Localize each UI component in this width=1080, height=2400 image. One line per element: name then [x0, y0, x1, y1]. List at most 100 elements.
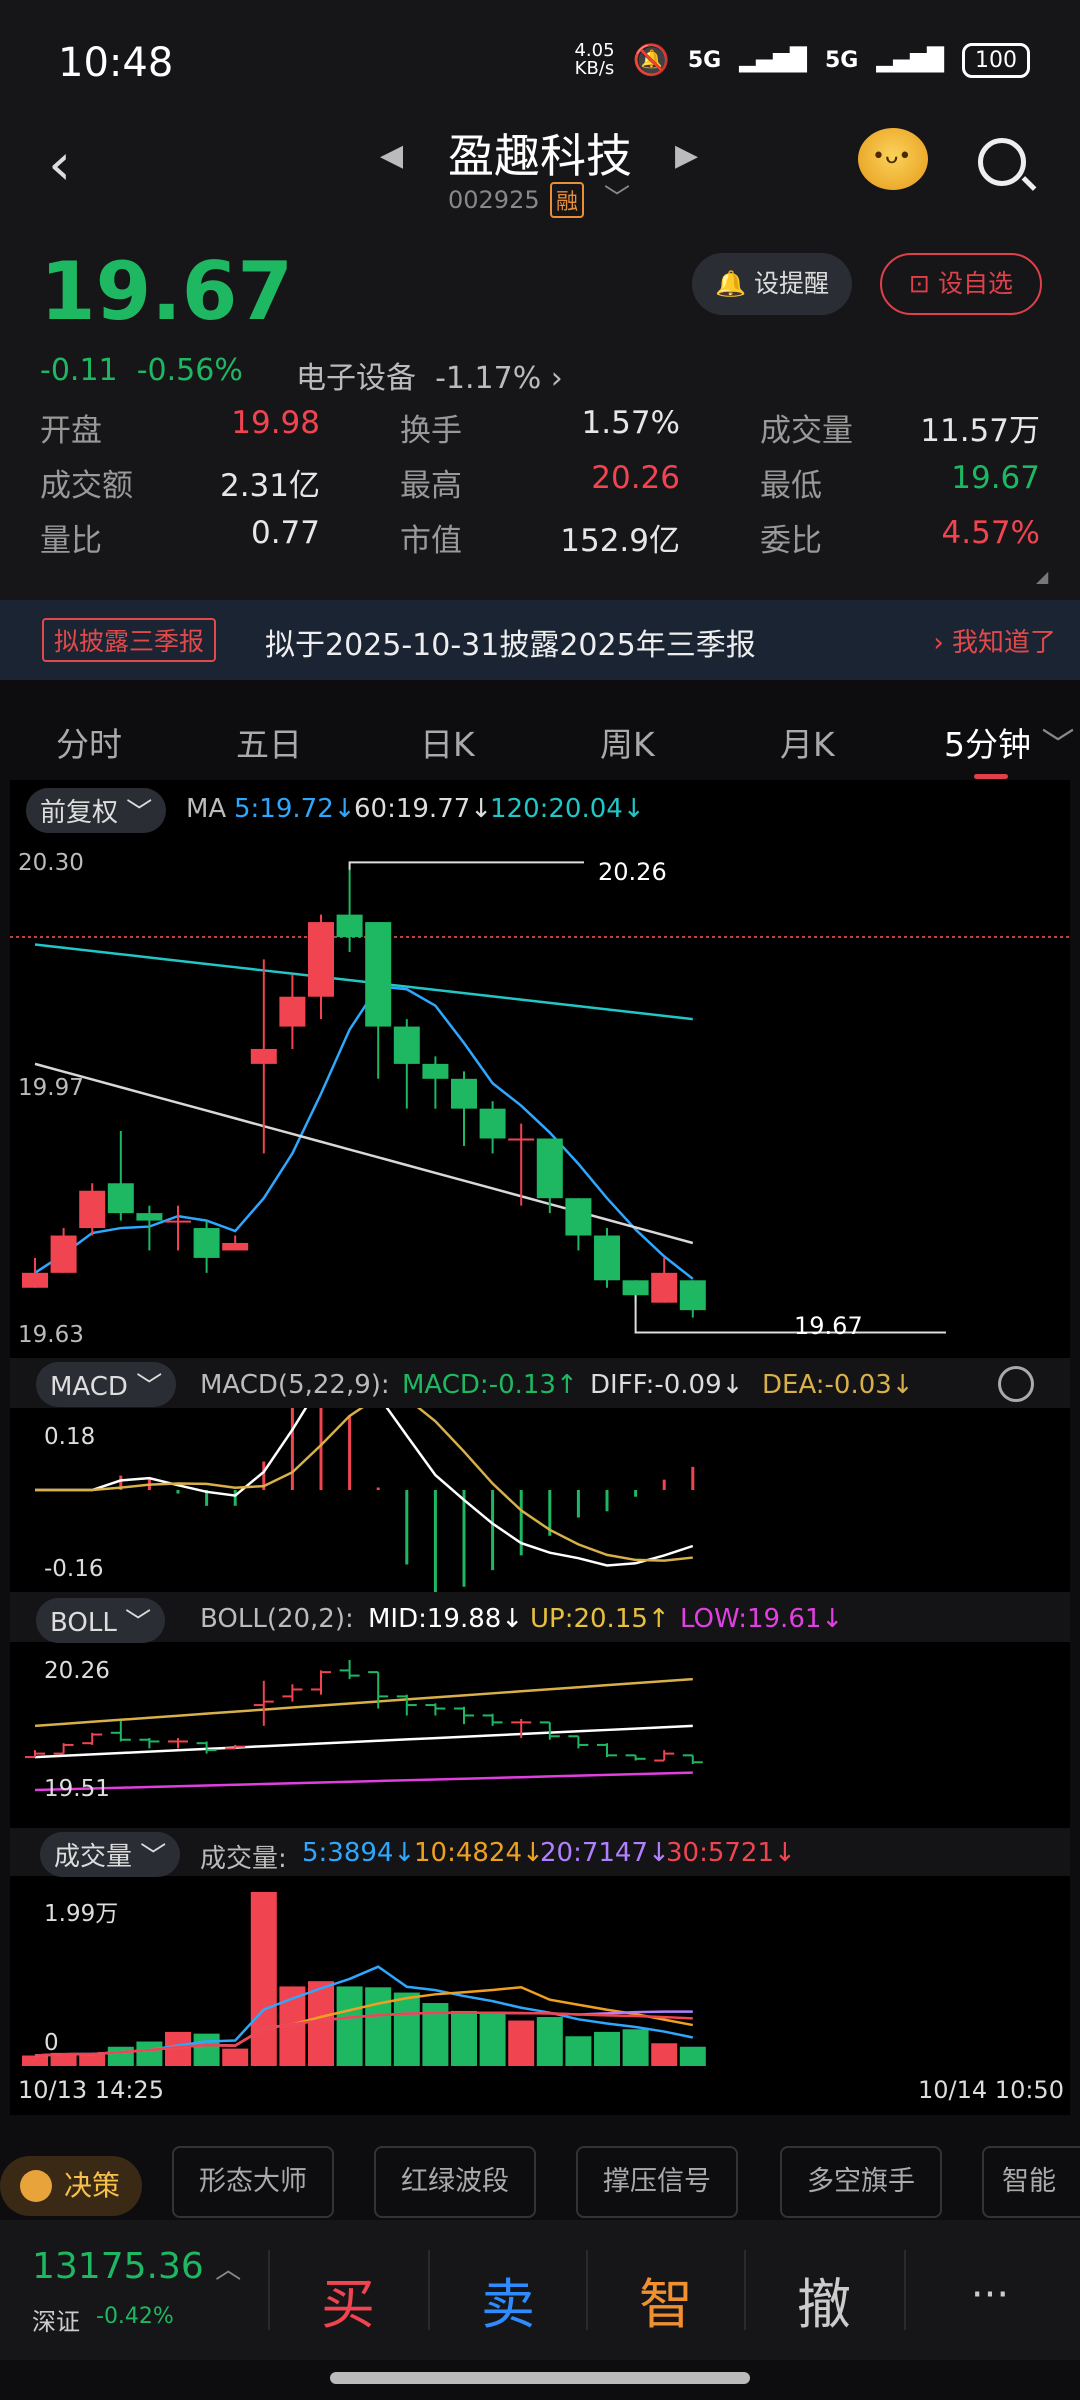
quote-row: 成交额 2.31亿 最高 20.26 最低 19.67	[40, 455, 1045, 510]
bull-bear-button[interactable]: 多空旗手	[780, 2146, 942, 2218]
volume-bar	[365, 1987, 392, 2066]
index-change: -0.42%	[96, 2304, 174, 2329]
tab-5min[interactable]: 5分钟 ﹀	[944, 718, 1075, 766]
volume-bar	[107, 2046, 134, 2066]
expand-corner-icon[interactable]: ◢	[1036, 567, 1048, 586]
decision-button[interactable]: 决策	[0, 2156, 142, 2216]
quote-stats: 开盘 19.98 换手 1.57% 成交量 11.57万 成交额 2.31亿 最高 20.26 最低…	[40, 400, 1045, 565]
quote-key: 换手	[400, 413, 462, 449]
time-start: 10/13 14:25	[18, 2076, 164, 2104]
tab-intraday[interactable]: 分时	[56, 718, 122, 766]
signal-toolbar: 决策 形态大师 红绿波段 撑压信号 多空旗手 智能	[0, 2120, 1080, 2220]
index-value[interactable]: 13175.36 ︿	[32, 2246, 241, 2287]
volume-bar	[308, 1981, 334, 2066]
volume-bar	[393, 1992, 420, 2066]
buy-button[interactable]: 买	[288, 2260, 408, 2339]
stock-code: 002925	[448, 186, 540, 214]
macd-dropdown[interactable]: MACD ﹀	[36, 1362, 177, 1407]
kline-chart-area[interactable]: 前复权 ﹀ MA 5:19.72↓ 60:19.77↓ 120:20.04↓ 2…	[10, 780, 1070, 2115]
add-favorite-button[interactable]: ⊡ 设自选	[880, 253, 1042, 315]
tab-weekly-k[interactable]: 周K	[600, 718, 655, 766]
quote-row: 开盘 19.98 换手 1.57% 成交量 11.57万	[40, 400, 1045, 455]
notice-text: 拟于2025-10-31披露2025年三季报	[265, 628, 756, 663]
high-price-marker: 20.26	[598, 858, 667, 886]
candle-body	[165, 1220, 191, 1223]
quote-panel: 19.67 🔔 设提醒 ⊡ 设自选 -0.11 -0.56% 电子设备 -1.1…	[0, 245, 1080, 600]
boll-low-line	[34, 1771, 693, 1792]
y-axis-top: 20.30	[18, 850, 84, 876]
quote-key: 成交额	[40, 468, 133, 504]
candle-body	[308, 922, 334, 997]
signal-bars-icon: ▂▄▆█	[876, 47, 944, 73]
quote-row: 量比 0.77 市值 152.9亿 委比 4.57%	[40, 510, 1045, 565]
chevron-down-icon[interactable]: ﹀	[604, 178, 630, 215]
cancel-order-button[interactable]: 撤	[764, 2260, 884, 2339]
sell-button[interactable]: 卖	[448, 2260, 568, 2339]
quote-key: 量比	[40, 523, 102, 559]
set-alert-button[interactable]: 🔔 设提醒	[692, 253, 852, 315]
quote-key: 成交量	[760, 413, 853, 449]
quote-value: 19.67	[951, 460, 1040, 496]
search-icon[interactable]	[978, 138, 1026, 186]
volume-bar	[622, 2029, 649, 2066]
ma5-line	[34, 984, 694, 1280]
last-price: 19.67	[40, 245, 294, 338]
macd-value: MACD:-0.13↑	[402, 1370, 578, 1400]
volume-bar	[536, 2017, 563, 2066]
vol30-value: 30:5721↓	[666, 1838, 796, 1868]
candle-body	[536, 1138, 563, 1199]
signal-bars-icon: ▂▄▆█	[739, 47, 807, 73]
candle-body	[479, 1108, 506, 1139]
volume-bar	[479, 2011, 506, 2066]
industry-link[interactable]: 电子设备 -1.17% ›	[296, 353, 563, 397]
home-indicator[interactable]	[330, 2372, 750, 2384]
quote-cell: 换手 1.57%	[400, 405, 680, 450]
battery: 100	[962, 42, 1030, 78]
volume-dropdown[interactable]: 成交量 ﹀	[40, 1832, 181, 1877]
volume-bar	[565, 2036, 592, 2066]
kline-svg	[10, 861, 1070, 2066]
candle-body	[594, 1235, 620, 1281]
tab-five-day[interactable]: 五日	[236, 718, 302, 766]
boll-dropdown[interactable]: BOLL ﹀	[36, 1598, 166, 1643]
tab-monthly-k[interactable]: 月K	[780, 718, 835, 766]
active-tab-indicator	[974, 774, 1008, 779]
smart-trade-button[interactable]: 智	[606, 2260, 726, 2339]
y-axis-bottom: 19.63	[18, 1322, 84, 1348]
candle-body	[336, 914, 363, 938]
support-resistance-button[interactable]: 撑压信号	[576, 2146, 738, 2218]
candle-body	[565, 1198, 592, 1236]
mascot-icon[interactable]	[858, 128, 928, 190]
pattern-master-button[interactable]: 形态大师	[172, 2146, 334, 2218]
status-bar: 10:48 4.05 KB/s 🔕 5G ▂▄▆█ 5G ▂▄▆█ 100	[0, 0, 1080, 120]
candle-body	[451, 1078, 477, 1109]
quote-value: 20.26	[591, 460, 680, 496]
quote-cell: 成交量 11.57万	[760, 405, 1040, 450]
decision-icon	[20, 2170, 52, 2202]
quote-value: 11.57万	[920, 413, 1040, 449]
smart-button[interactable]: 智能	[982, 2146, 1080, 2218]
candle-body	[422, 1063, 449, 1079]
boll-up: UP:20.15↑	[530, 1604, 670, 1634]
next-stock-icon[interactable]: ▶	[675, 138, 698, 173]
y-axis-mid: 19.97	[18, 1075, 84, 1101]
volume-bar	[250, 1892, 277, 2066]
index-name: 深证	[32, 2308, 80, 2336]
volume-bar	[594, 2031, 620, 2066]
quote-cell: 量比 0.77	[40, 515, 320, 560]
candle-body	[79, 1190, 106, 1229]
price-change: -0.11 -0.56%	[40, 353, 243, 388]
volume-bar	[193, 2033, 220, 2066]
status-time: 10:48	[58, 40, 174, 86]
settings-icon[interactable]	[998, 1366, 1034, 1402]
quote-value: 2.31亿	[219, 468, 320, 504]
red-green-wave-button[interactable]: 红绿波段	[374, 2146, 536, 2218]
vol20-value: 20:7147↓	[540, 1838, 670, 1868]
quote-value: 1.57%	[581, 405, 680, 441]
tab-daily-k[interactable]: 日K	[420, 718, 475, 766]
notice-dismiss-button[interactable]: › 我知道了	[933, 622, 1056, 659]
quote-cell: 开盘 19.98	[40, 405, 320, 450]
more-button[interactable]: ···	[930, 2272, 1050, 2318]
volume-bar	[79, 2053, 106, 2066]
dea-value: DEA:-0.03↓	[762, 1370, 914, 1400]
